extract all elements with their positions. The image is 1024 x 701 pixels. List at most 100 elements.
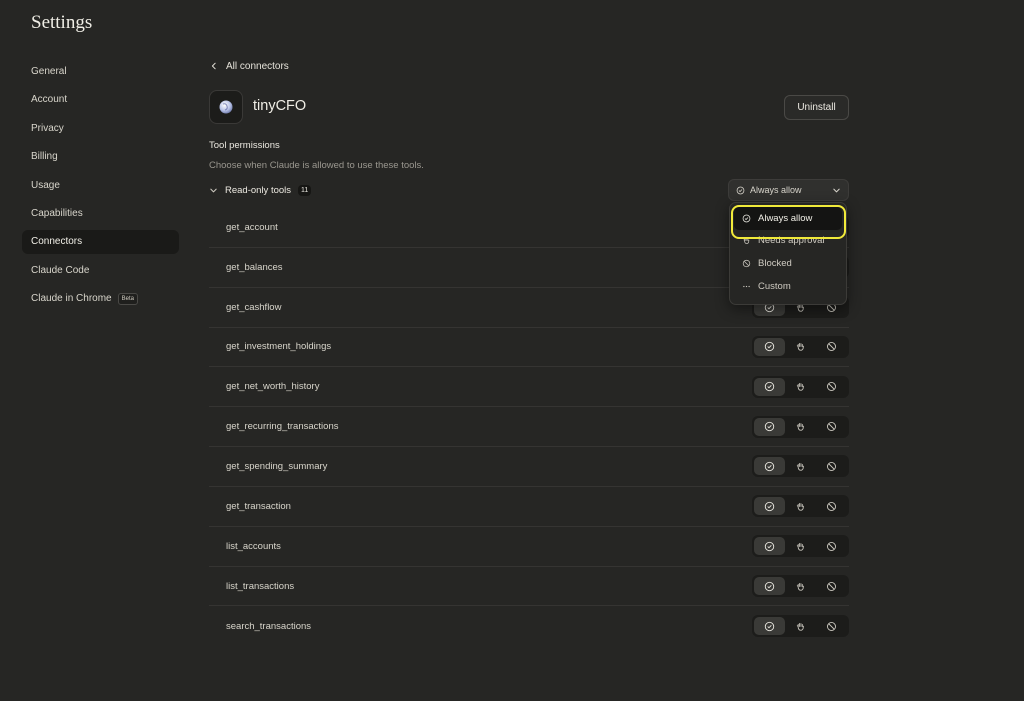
- blocked-button[interactable]: [816, 537, 847, 555]
- check-circle-icon: [764, 342, 775, 352]
- tool-row: list_accounts: [209, 527, 849, 567]
- uninstall-button[interactable]: Uninstall: [784, 95, 849, 120]
- tool-name: get_net_worth_history: [226, 381, 320, 393]
- blocked-button[interactable]: [816, 378, 847, 396]
- read-only-tools-toggle[interactable]: Read-only tools 11: [209, 182, 312, 198]
- back-link-label: All connectors: [226, 60, 289, 72]
- needs-approval-button[interactable]: [785, 537, 816, 555]
- tool-name: get_balances: [226, 261, 283, 273]
- hand-icon: [796, 462, 804, 471]
- permission-toggle: [752, 455, 849, 478]
- sidebar-item-capabilities[interactable]: Capabilities: [22, 202, 179, 226]
- blocked-button[interactable]: [816, 457, 847, 475]
- chevron-down-icon: [210, 188, 217, 192]
- sidebar-item-privacy[interactable]: Privacy: [22, 117, 179, 141]
- always-allow-button[interactable]: [754, 417, 785, 436]
- menu-item-label: Custom: [758, 280, 791, 292]
- sidebar-item-label: General: [31, 66, 67, 77]
- needs-approval-button[interactable]: [785, 418, 816, 436]
- always-allow-button[interactable]: [754, 457, 785, 476]
- hand-icon: [743, 237, 750, 245]
- sidebar-item-claude-in-chrome[interactable]: Claude in Chrome Beta: [22, 287, 179, 311]
- permission-toggle: [752, 415, 849, 438]
- menu-item-label: Blocked: [758, 257, 792, 269]
- blocked-button[interactable]: [816, 617, 847, 635]
- blocked-icon: [827, 422, 836, 432]
- check-circle-icon: [764, 541, 775, 551]
- tool-row: get_transaction: [209, 487, 849, 527]
- tool-row: get_net_worth_history: [209, 367, 849, 408]
- blocked-icon: [827, 501, 836, 511]
- always-allow-button[interactable]: [754, 617, 785, 636]
- check-circle-icon: [742, 214, 751, 223]
- blocked-button[interactable]: [816, 338, 847, 356]
- menu-item-needs-approval[interactable]: Needs approval: [734, 230, 842, 253]
- section-subtitle: Choose when Claude is allowed to use the…: [209, 160, 424, 171]
- check-circle-icon: [764, 461, 775, 472]
- connector-name: tinyCFO: [253, 98, 307, 114]
- always-allow-button[interactable]: [754, 337, 785, 356]
- tool-row: list_transactions: [209, 567, 849, 607]
- always-allow-button[interactable]: [754, 537, 785, 556]
- selected-value: Always allow: [750, 185, 802, 195]
- sidebar-item-usage[interactable]: Usage: [22, 174, 179, 198]
- sidebar-item-label: Usage: [31, 179, 60, 191]
- group-label: Read-only tools: [225, 184, 292, 196]
- hand-icon: [796, 542, 804, 551]
- tool-name: get_investment_holdings: [226, 341, 332, 353]
- hand-icon: [796, 423, 804, 431]
- always-allow-button[interactable]: [754, 577, 785, 596]
- needs-approval-button[interactable]: [785, 577, 816, 595]
- sidebar-item-billing[interactable]: Billing: [22, 145, 179, 169]
- check-circle-icon: [764, 382, 775, 392]
- blocked-icon: [827, 541, 836, 551]
- sidebar-item-general[interactable]: General: [22, 60, 179, 84]
- sidebar-item-account[interactable]: Account: [22, 88, 179, 112]
- sidebar-item-connectors[interactable]: Connectors: [22, 230, 179, 255]
- sidebar-item-claude-code[interactable]: Claude Code: [22, 259, 179, 283]
- needs-approval-button[interactable]: [785, 617, 816, 635]
- tool-count-badge: 11: [298, 184, 312, 196]
- needs-approval-button[interactable]: [785, 338, 816, 356]
- group-permission-select[interactable]: Always allow: [728, 179, 849, 201]
- tool-row: get_spending_summary: [209, 447, 849, 487]
- check-circle-icon: [764, 421, 775, 432]
- needs-approval-button[interactable]: [785, 497, 816, 515]
- connector-logo: [209, 90, 243, 124]
- permission-toggle: [752, 535, 849, 558]
- check-circle-icon: [736, 186, 745, 194]
- section-title: Tool permissions: [209, 140, 280, 151]
- sidebar-item-label: Account: [31, 94, 68, 106]
- blocked-button[interactable]: [816, 497, 847, 515]
- blocked-button[interactable]: [816, 577, 847, 595]
- menu-item-blocked[interactable]: Blocked: [734, 252, 842, 275]
- page-title: Settings: [31, 12, 93, 33]
- check-circle-icon: [764, 621, 775, 632]
- needs-approval-button[interactable]: [785, 457, 816, 475]
- tool-name: get_spending_summary: [226, 460, 328, 472]
- always-allow-button[interactable]: [754, 497, 785, 516]
- menu-item-label: Needs approval: [758, 235, 825, 247]
- sidebar-item-label: Privacy: [31, 122, 64, 134]
- beta-badge: Beta: [117, 293, 138, 306]
- permission-dropdown-menu: Always allow Needs approval Blocked Custom: [729, 202, 847, 305]
- always-allow-button[interactable]: [754, 377, 785, 396]
- chevron-down-icon: [833, 188, 840, 192]
- blocked-button[interactable]: [816, 418, 847, 436]
- check-circle-icon: [764, 581, 775, 591]
- check-circle-icon: [764, 501, 775, 512]
- tool-row: get_investment_holdings: [209, 328, 849, 368]
- blocked-icon: [827, 461, 836, 471]
- permission-toggle: [752, 495, 849, 518]
- sidebar: General Account Privacy Billing Usage Ca…: [22, 60, 179, 316]
- sidebar-item-label: Claude Code: [31, 264, 90, 276]
- menu-item-custom[interactable]: Custom: [734, 275, 842, 298]
- menu-item-always-allow[interactable]: Always allow: [734, 207, 842, 230]
- blocked-icon: [827, 581, 836, 591]
- tool-row: search_transactions: [209, 606, 849, 646]
- needs-approval-button[interactable]: [785, 378, 816, 396]
- sidebar-item-label: Connectors: [31, 236, 83, 248]
- chevron-left-icon: [211, 62, 216, 70]
- sidebar-item-label: Capabilities: [31, 207, 83, 219]
- back-to-all-connectors-link[interactable]: All connectors: [210, 59, 289, 73]
